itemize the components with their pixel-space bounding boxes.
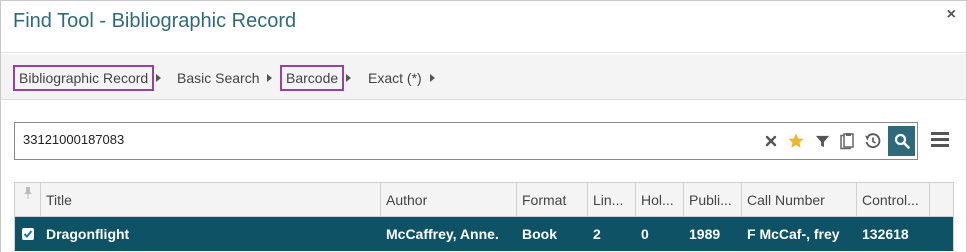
history-icon[interactable] (862, 130, 884, 152)
column-header-title[interactable]: Title (41, 183, 381, 217)
breadcrumb-item-bibliographic-record[interactable]: Bibliographic Record (13, 65, 162, 91)
table-row[interactable]: Dragonflight McCaffrey, Anne. Book 2 0 1… (15, 217, 953, 251)
search-bar (14, 122, 918, 160)
caret-right-icon (156, 74, 162, 82)
filter-icon[interactable] (811, 130, 833, 152)
cell-call-number: F McCaf-, frey (747, 226, 840, 242)
column-header-holds[interactable]: Hol... (636, 183, 684, 217)
dialog-titlebar: Find Tool - Bibliographic Record × (1, 1, 966, 53)
row-checkbox[interactable] (22, 228, 34, 240)
search-button[interactable] (888, 126, 915, 156)
breadcrumb: Bibliographic Record Basic Search Barcod… (1, 54, 966, 100)
cell-holds: 0 (641, 226, 649, 242)
caret-right-icon (267, 74, 273, 82)
table-header-row: Title Author Format Lin... Hol... Publi.… (15, 183, 953, 217)
breadcrumb-item-basic-search[interactable]: Basic Search (171, 65, 273, 91)
column-header-publication[interactable]: Publi... (684, 183, 742, 217)
column-header-lines[interactable]: Lin... (588, 183, 636, 217)
hamburger-menu-icon[interactable] (929, 129, 951, 151)
clear-icon[interactable] (760, 130, 782, 152)
breadcrumb-label: Basic Search (177, 70, 260, 86)
checkmark-icon (23, 230, 33, 238)
results-table: Title Author Format Lin... Hol... Publi.… (14, 182, 954, 252)
column-header-author[interactable]: Author (381, 183, 517, 217)
search-icon (894, 133, 910, 149)
cell-format: Book (522, 226, 557, 242)
close-icon[interactable]: × (947, 6, 956, 24)
breadcrumb-item-exact[interactable]: Exact (*) (362, 65, 435, 91)
breadcrumb-label: Barcode (280, 65, 345, 91)
column-header-format[interactable]: Format (517, 183, 588, 217)
cell-control-number: 132618 (862, 226, 909, 242)
clipboard-icon[interactable] (836, 130, 858, 152)
favorite-star-icon[interactable] (785, 130, 807, 152)
cell-title: Dragonflight (46, 226, 130, 242)
row-select-cell[interactable] (15, 217, 41, 251)
caret-right-icon (429, 74, 435, 82)
dialog-title: Find Tool - Bibliographic Record (13, 10, 297, 32)
cell-lines: 2 (593, 226, 601, 242)
breadcrumb-item-barcode[interactable]: Barcode (280, 65, 352, 91)
cell-author: McCaffrey, Anne. (386, 226, 499, 242)
search-input[interactable] (23, 132, 623, 147)
caret-right-icon (346, 74, 352, 82)
pin-icon (23, 187, 32, 199)
cell-publication: 1989 (689, 226, 721, 242)
breadcrumb-label: Bibliographic Record (13, 65, 155, 91)
column-header-call-number[interactable]: Call Number (742, 183, 857, 217)
pin-column-header[interactable] (15, 183, 41, 217)
breadcrumb-label: Exact (*) (368, 70, 422, 86)
column-header-control[interactable]: Control... (857, 183, 930, 217)
find-tool-dialog: Find Tool - Bibliographic Record × Bibli… (0, 0, 967, 252)
